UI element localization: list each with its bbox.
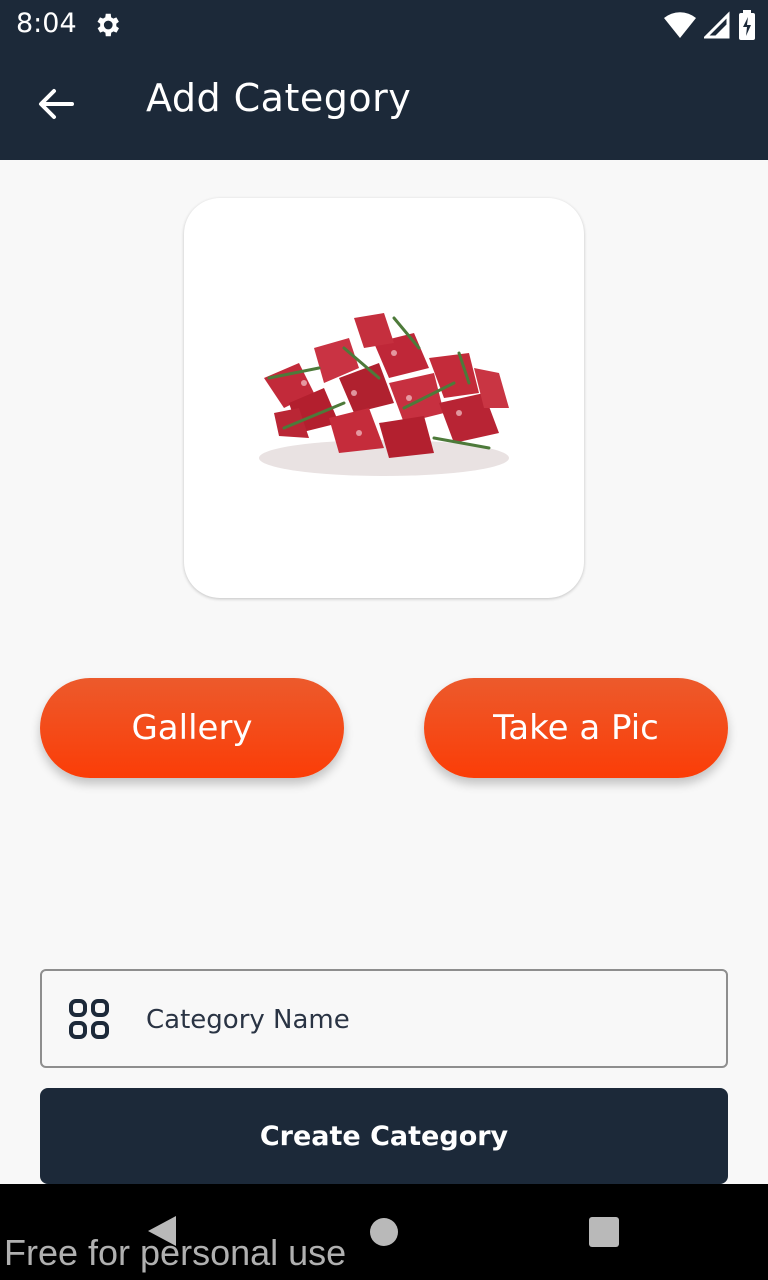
status-bar: 8:04 <box>0 0 768 50</box>
image-preview-card <box>184 198 584 598</box>
settings-gear-icon <box>97 13 119 37</box>
app-bar: Add Category <box>0 50 768 160</box>
take-pic-button[interactable]: Take a Pic <box>424 678 728 778</box>
battery-charging-icon <box>739 10 755 40</box>
gallery-button[interactable]: Gallery <box>40 678 344 778</box>
watermark-text: Free for personal use <box>4 1232 347 1273</box>
meat-image <box>259 313 509 476</box>
wifi-icon <box>664 12 696 38</box>
nav-home-icon[interactable] <box>370 1218 398 1246</box>
nav-recents-icon[interactable] <box>589 1217 619 1247</box>
grid-icon <box>69 999 109 1039</box>
page-title: Add Category <box>146 76 412 120</box>
status-icons <box>664 10 756 40</box>
create-category-button[interactable]: Create Category <box>40 1088 728 1184</box>
signal-icon <box>704 11 730 39</box>
status-time: 8:04 <box>16 8 77 39</box>
category-name-field[interactable] <box>40 969 728 1068</box>
category-name-input[interactable] <box>144 971 708 1068</box>
arrow-left-icon[interactable] <box>32 80 80 128</box>
